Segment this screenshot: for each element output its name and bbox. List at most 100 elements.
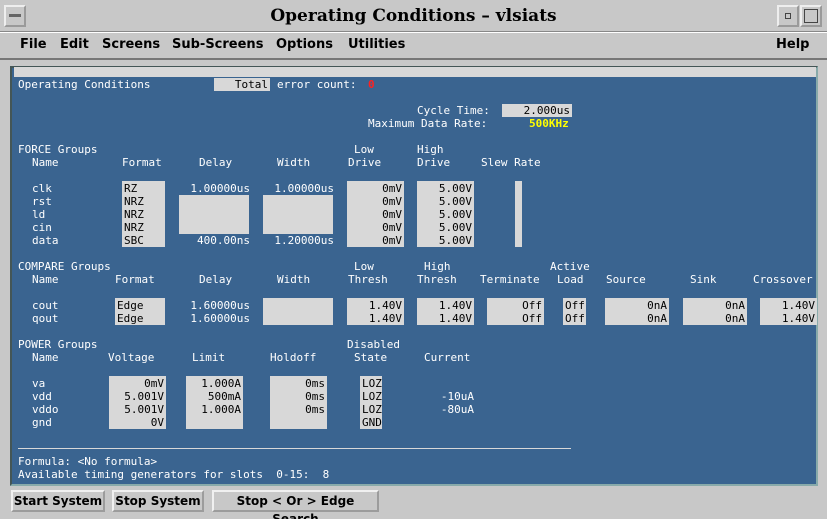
compare-row-name: qout [32, 312, 59, 325]
power-voltage-field[interactable]: 0mV [109, 377, 166, 390]
cycle-time-label: Cycle Time: [417, 104, 490, 117]
compare-col-crossover: Crossover [753, 273, 813, 286]
compare-col-active-2: Load [557, 273, 584, 286]
force-col-high-1: High [417, 143, 444, 156]
force-delay-value[interactable]: 1.00000us [172, 182, 250, 195]
compare-sink-field[interactable]: 0nA [683, 312, 747, 325]
force-width-empty-field[interactable] [263, 195, 333, 234]
force-high-drive-field[interactable]: 5.00V [417, 182, 474, 195]
compare-active-load-field[interactable]: Off [563, 312, 586, 325]
minimize-button[interactable] [777, 5, 799, 27]
force-low-drive-field[interactable]: 0mV [347, 221, 404, 234]
menu-help[interactable]: Help [776, 37, 809, 52]
force-format-field[interactable]: NRZ [122, 208, 165, 221]
power-state-field[interactable]: LOZ [360, 390, 382, 403]
force-high-drive-field[interactable]: 5.00V [417, 234, 474, 247]
power-col-limit: Limit [192, 351, 226, 364]
formula-text: Formula: <No formula> [18, 455, 158, 468]
compare-delay-value[interactable]: 1.60000us [172, 312, 250, 325]
maximize-button[interactable] [800, 5, 822, 27]
power-state-field[interactable]: LOZ [360, 377, 382, 390]
menu-sub-screens[interactable]: Sub-Screens [172, 37, 263, 52]
menu-screens[interactable]: Screens [102, 37, 160, 52]
window-title: Operating Conditions – vlsiats [270, 6, 557, 26]
compare-active-load-field[interactable]: Off [563, 299, 586, 312]
menu-options[interactable]: Options [276, 37, 333, 52]
power-limit-field[interactable]: 1.000A [186, 403, 243, 416]
force-low-drive-field[interactable]: 0mV [347, 182, 404, 195]
power-current-value: -80uA [440, 403, 474, 416]
power-current-value: -10uA [440, 390, 474, 403]
compare-format-field[interactable]: Edge [115, 299, 165, 312]
force-low-drive-field[interactable]: 0mV [347, 208, 404, 221]
error-count-value: 0 [368, 78, 375, 91]
force-low-drive-field[interactable]: 0mV [347, 195, 404, 208]
force-row-name: cin [32, 221, 52, 234]
power-state-field[interactable]: LOZ [360, 403, 382, 416]
power-voltage-field[interactable]: 0V [109, 416, 166, 429]
separator-line [18, 448, 571, 449]
power-row-name: vdd [32, 390, 52, 403]
compare-source-field[interactable]: 0nA [605, 312, 669, 325]
power-voltage-field[interactable]: 5.001V [109, 403, 166, 416]
force-high-drive-field[interactable]: 5.00V [417, 221, 474, 234]
panel-header-strip [14, 67, 816, 77]
compare-col-format: Format [115, 273, 155, 286]
force-delay-empty-field[interactable] [179, 195, 249, 234]
power-row-name: gnd [32, 416, 52, 429]
compare-col-low-2: Thresh [348, 273, 388, 286]
force-row-name: data [32, 234, 59, 247]
cycle-time-field[interactable]: 2.000us [502, 104, 572, 117]
compare-low-thresh-field[interactable]: 1.40V [347, 312, 404, 325]
compare-col-delay: Delay [199, 273, 233, 286]
max-data-rate-value: 500KHz [529, 117, 569, 130]
edge-search-button[interactable]: Stop < Or > Edge Search [212, 490, 379, 519]
compare-crossover-field[interactable]: 1.40V [760, 312, 817, 325]
force-width-value[interactable]: 1.20000us [256, 234, 334, 247]
power-holdoff-field[interactable]: 0ms [270, 390, 327, 403]
force-high-drive-field[interactable]: 5.00V [417, 195, 474, 208]
compare-terminate-field[interactable]: Off [487, 312, 544, 325]
compare-low-thresh-field[interactable]: 1.40V [347, 299, 404, 312]
menu-edit[interactable]: Edit [60, 37, 89, 52]
compare-high-thresh-field[interactable]: 1.40V [417, 312, 474, 325]
force-format-field[interactable]: RZ [122, 182, 165, 195]
total-field[interactable]: Total [214, 78, 270, 91]
force-col-low-1: Low [354, 143, 374, 156]
force-slew-rate-field[interactable] [515, 181, 522, 247]
force-high-drive-field[interactable]: 5.00V [417, 208, 474, 221]
menu-utilities[interactable]: Utilities [348, 37, 405, 52]
force-format-field[interactable]: SBC [122, 234, 165, 247]
power-state-field[interactable]: GND [360, 416, 382, 429]
power-limit-field[interactable]: 1.000A [186, 377, 243, 390]
force-format-field[interactable]: NRZ [122, 221, 165, 234]
menu-file[interactable]: File [20, 37, 47, 52]
compare-sink-field[interactable]: 0nA [683, 299, 747, 312]
force-col-width: Width [277, 156, 311, 169]
compare-high-thresh-field[interactable]: 1.40V [417, 299, 474, 312]
compare-crossover-field[interactable]: 1.40V [760, 299, 817, 312]
force-width-value[interactable]: 1.00000us [256, 182, 334, 195]
power-limit-field[interactable]: 500mA [186, 390, 243, 403]
compare-delay-value[interactable]: 1.60000us [172, 299, 250, 312]
compare-col-terminate: Terminate [480, 273, 540, 286]
compare-format-field[interactable]: Edge [115, 312, 165, 325]
start-system-button[interactable]: Start System [11, 490, 105, 512]
compare-source-field[interactable]: 0nA [605, 299, 669, 312]
power-col-voltage: Voltage [108, 351, 155, 364]
power-voltage-field[interactable]: 5.001V [109, 390, 166, 403]
compare-col-high-1: High [424, 260, 451, 273]
power-row-name: va [32, 377, 46, 390]
force-low-drive-field[interactable]: 0mV [347, 234, 404, 247]
power-col-name: Name [32, 351, 59, 364]
force-format-field[interactable]: NRZ [122, 195, 165, 208]
window-menu-button[interactable] [4, 5, 26, 27]
force-delay-value[interactable]: 400.00ns [172, 234, 250, 247]
power-holdoff-field[interactable]: 0ms [270, 403, 327, 416]
compare-width-empty-field[interactable] [263, 298, 333, 325]
minimize-icon [785, 13, 791, 19]
power-holdoff-field[interactable]: 0ms [270, 377, 327, 390]
screen-label: Operating Conditions [18, 78, 151, 91]
compare-terminate-field[interactable]: Off [487, 299, 544, 312]
stop-system-button[interactable]: Stop System [112, 490, 204, 512]
